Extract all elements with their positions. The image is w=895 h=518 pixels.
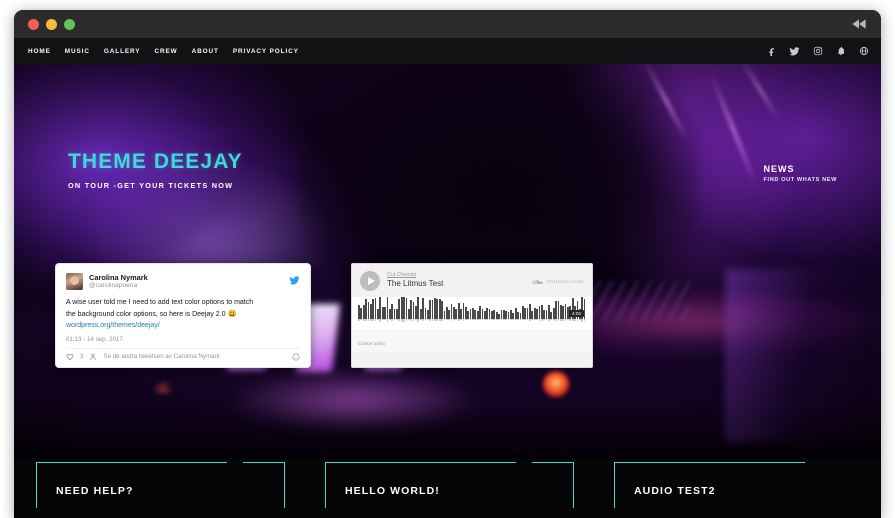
widget-title: NEED HELP? (56, 485, 134, 497)
soundcloud-waveform[interactable]: 4:03 (352, 297, 592, 329)
window-titlebar (14, 10, 881, 38)
widget-title: AUDIO TEST2 (634, 485, 716, 497)
smile-emoji: 😃 (227, 309, 237, 319)
tweet-like-count: 3 (80, 353, 84, 361)
info-icon[interactable] (292, 353, 300, 361)
waveform-bars-bottom (358, 319, 586, 327)
news-subtitle: FIND OUT WHATS NEW (763, 177, 837, 183)
nav-item-home[interactable]: HOME (28, 48, 51, 55)
nav-item-about[interactable]: ABOUT (192, 48, 219, 55)
corner-bracket-right (283, 462, 285, 508)
corner-bracket-right-top (243, 462, 285, 464)
tweet-link[interactable]: wordpress.org/themes/deejay/ (66, 322, 160, 329)
soundcloud-header: Cut Chemist The Litmus Test SOUNDCLOUD (352, 264, 592, 297)
hero-subtitle: ON TOUR -GET YOUR TICKETS NOW (68, 181, 234, 190)
soundcloud-brand-text: SOUNDCLOUD (546, 278, 584, 284)
soundcloud-logo-icon (532, 278, 544, 285)
tweet-footer: 3 Se de andra tweetsen av Carolina Nymar… (66, 347, 300, 361)
news-title: NEWS (763, 164, 795, 174)
site-navbar: HOME MUSIC GALLERY CREW ABOUT PRIVACY PO… (14, 38, 881, 64)
rewind-icon[interactable] (848, 14, 870, 34)
avatar (66, 273, 83, 290)
tweet-body-line-1: A wise user told me I need to add text c… (66, 298, 254, 306)
hero-background-image (14, 64, 881, 458)
tweet-body: A wise user told me I need to add text c… (66, 298, 300, 332)
cookie-policy-link[interactable]: Cookie policy (358, 341, 385, 346)
corner-bracket-right (572, 462, 574, 508)
track-duration: 4:03 (569, 310, 584, 317)
browser-window: HOME MUSIC GALLERY CREW ABOUT PRIVACY PO… (14, 10, 881, 518)
nav-item-privacy-policy[interactable]: PRIVACY POLICY (233, 48, 299, 55)
soundcloud-embed-card[interactable]: Cut Chemist The Litmus Test SOUNDCLOUD 4… (351, 263, 593, 368)
person-icon[interactable] (89, 353, 97, 361)
twitter-bird-icon[interactable] (289, 273, 300, 285)
heart-icon[interactable] (66, 353, 74, 361)
soundcloud-track-title: The Litmus Test (387, 279, 444, 289)
play-button[interactable] (360, 271, 380, 291)
tweet-timestamp: 01:13 - 14 sep. 2017 (66, 335, 123, 343)
screenshot-root: HOME MUSIC GALLERY CREW ABOUT PRIVACY PO… (0, 0, 895, 518)
instagram-icon[interactable] (812, 46, 823, 57)
hero-section: THEME DEEJAY ON TOUR -GET YOUR TICKETS N… (14, 64, 881, 458)
tweet-header: Carolina Nymark @carolinapoena (66, 273, 300, 291)
soundcloud-brand[interactable]: SOUNDCLOUD (532, 278, 584, 285)
tweet-footer-text[interactable]: Se de andra tweetsen av Carolina Nymark (103, 353, 219, 360)
globe-icon[interactable] (858, 46, 869, 57)
tweet-handle: @carolinapoena (89, 282, 138, 290)
primary-nav: HOME MUSIC GALLERY CREW ABOUT PRIVACY PO… (28, 48, 299, 55)
twitter-icon[interactable] (789, 46, 800, 57)
facebook-icon[interactable] (766, 46, 777, 57)
widget-need-help[interactable]: NEED HELP? (14, 458, 303, 518)
maximize-window-button[interactable] (64, 19, 75, 30)
twitter-embed-card[interactable]: Carolina Nymark @carolinapoena A wise us… (55, 263, 311, 368)
embedded-cards-row: Carolina Nymark @carolinapoena A wise us… (55, 263, 593, 368)
social-links (766, 46, 869, 57)
hero-title: THEME DEEJAY (68, 150, 243, 173)
soundcloud-footer: Cookie policy (352, 329, 592, 353)
nav-item-gallery[interactable]: GALLERY (104, 48, 141, 55)
news-block[interactable]: NEWS FIND OUT WHATS NEW (764, 164, 837, 183)
footer-widgets: NEED HELP? HELLO WORLD! AUDIO TEST2 (14, 458, 881, 518)
bell-icon[interactable] (835, 46, 846, 57)
traffic-lights (28, 19, 75, 30)
widget-audio-test2[interactable]: AUDIO TEST2 (592, 458, 881, 518)
nav-item-music[interactable]: MUSIC (65, 48, 90, 55)
widget-hello-world[interactable]: HELLO WORLD! (303, 458, 592, 518)
corner-bracket-right-top (532, 462, 574, 464)
soundcloud-artist[interactable]: Cut Chemist (387, 272, 532, 279)
tweet-body-line-2: the background color options, so here is… (66, 311, 226, 319)
nav-item-crew[interactable]: CREW (154, 48, 177, 55)
widget-title: HELLO WORLD! (345, 485, 440, 497)
close-window-button[interactable] (28, 19, 39, 30)
tweet-display-name: Carolina Nymark (89, 273, 148, 282)
minimize-window-button[interactable] (46, 19, 57, 30)
waveform-bars-top (358, 297, 586, 319)
